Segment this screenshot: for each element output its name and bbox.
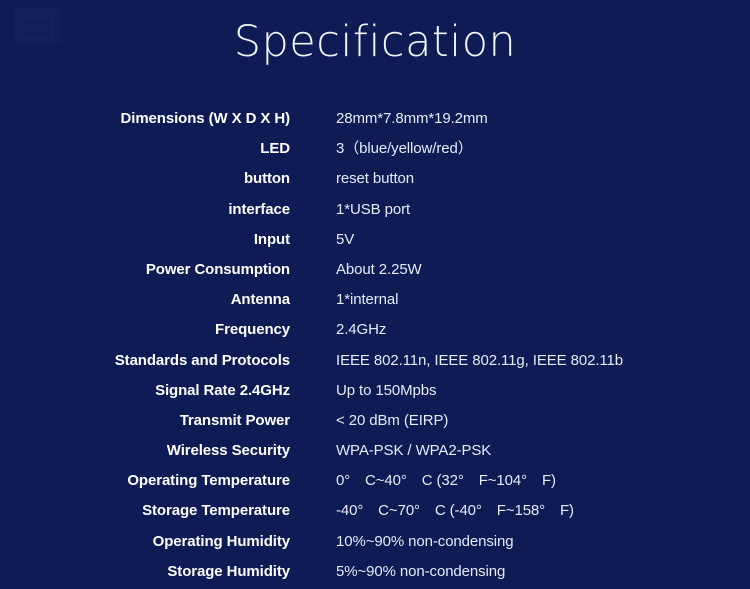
spec-label: Signal Rate 2.4GHz	[155, 381, 290, 399]
spec-label: Frequency	[215, 321, 290, 339]
spec-label: LED	[260, 140, 290, 158]
spec-row: Operating Temperature 0° C~40° C (32° F~1…	[0, 466, 750, 496]
spec-value: 1*USB port	[336, 200, 411, 218]
spec-row: button reset button	[0, 164, 750, 194]
specification-sheet: Specification Dimensions (W X D X H) 28mm…	[0, 0, 750, 589]
spec-row: Antenna 1*internal	[0, 285, 750, 315]
spec-label: Storage Humidity	[167, 562, 290, 580]
spec-value: 5V	[336, 230, 355, 248]
spec-row: Power Consumption About 2.25W	[0, 255, 750, 285]
spec-value: 1*internal	[336, 291, 399, 309]
spec-value: 2.4GHz	[336, 321, 387, 339]
spec-row: Operating Humidity 10%~90% non-condensing	[0, 527, 750, 557]
spec-value: 3（blue/yellow/red）	[336, 140, 473, 158]
spec-value: -40° C~70° C (-40° F~158° F)	[336, 502, 574, 520]
spec-value: 10%~90% non-condensing	[336, 532, 514, 550]
spec-value: About 2.25W	[336, 260, 422, 278]
spec-value: reset button	[336, 170, 415, 188]
spec-value: 5%~90% non-condensing	[336, 562, 506, 580]
spec-value: < 20 dBm (EIRP)	[336, 411, 449, 429]
spec-label: Input	[253, 230, 290, 248]
spec-row: interface 1*USB port	[0, 195, 750, 225]
spec-row: Wireless Security WPA-PSK / WPA2-PSK	[0, 436, 750, 466]
spec-label: Operating Humidity	[152, 532, 290, 550]
spec-label: Storage Temperature	[142, 502, 290, 520]
spec-value: 28mm*7.8mm*19.2mm	[336, 110, 488, 127]
spec-row: Transmit Power < 20 dBm (EIRP)	[0, 406, 750, 436]
spec-label: Antenna	[230, 291, 290, 309]
spec-label: Transmit Power	[179, 411, 290, 429]
page-title: Specification	[233, 17, 517, 67]
specification-table: Dimensions (W X D X H) 28mm*7.8mm*19.2mm L…	[0, 104, 750, 587]
spec-row: Storage Humidity 5%~90% non-condensing	[0, 557, 750, 587]
spec-row: LED 3（blue/yellow/red）	[0, 134, 750, 164]
spec-row: Signal Rate 2.4GHz Up to 150Mpbs	[0, 376, 750, 406]
spec-row: Dimensions (W X D X H) 28mm*7.8mm*19.2mm	[0, 104, 750, 134]
spec-value: IEEE 802.11n, IEEE 802.11g, IEEE 802.11b	[336, 351, 624, 369]
spec-label: button	[243, 170, 290, 188]
spec-label: Wireless Security	[166, 442, 290, 460]
spec-row: Standards and Protocols IEEE 802.11n, IEE…	[0, 346, 750, 376]
spec-label: Dimensions (W X D X H)	[120, 110, 291, 127]
spec-row: Frequency 2.4GHz	[0, 315, 750, 345]
spec-value: 0° C~40° C (32° F~104° F)	[336, 472, 556, 490]
spec-value: Up to 150Mpbs	[336, 381, 437, 399]
spec-label: Operating Temperature	[127, 472, 290, 490]
spec-row: Storage Temperature -40° C~70° C (-40° F~…	[0, 496, 750, 526]
spec-row: Input 5V	[0, 225, 750, 255]
spec-label: Power Consumption	[145, 260, 290, 278]
spec-label: interface	[228, 200, 290, 218]
spec-value: WPA-PSK / WPA2-PSK	[336, 442, 492, 460]
spec-label: Standards and Protocols	[114, 351, 290, 369]
